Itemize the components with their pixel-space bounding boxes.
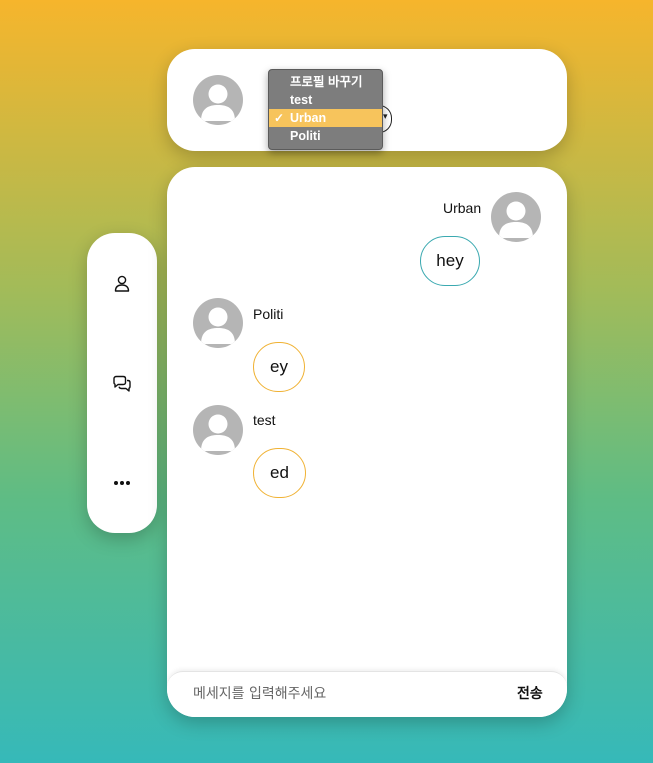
chat-bubbles-icon[interactable] xyxy=(109,370,135,396)
message-bubble: ey xyxy=(253,342,305,392)
send-button[interactable]: 전송 xyxy=(517,683,543,703)
user-avatar-icon xyxy=(193,405,243,455)
message-bubble: hey xyxy=(420,236,480,286)
dropdown-option-change-profile[interactable]: 프로필 바꾸기 xyxy=(269,73,382,91)
checkmark-icon: ✓ xyxy=(274,111,285,125)
user-avatar-icon xyxy=(193,75,243,125)
chevron-down-icon: ▾ xyxy=(383,112,388,122)
profile-dropdown-menu[interactable]: 프로필 바꾸기 test ✓ Urban Politi xyxy=(268,69,383,150)
more-dots-icon[interactable] xyxy=(109,470,135,496)
chat-panel: Urban hey Politi ey test ed 전송 xyxy=(167,167,567,717)
sender-name: Politi xyxy=(253,306,284,322)
message-input[interactable] xyxy=(193,681,493,707)
user-avatar-icon xyxy=(491,192,541,242)
user-icon[interactable] xyxy=(109,270,135,296)
dropdown-option-test[interactable]: test xyxy=(269,91,382,109)
sender-name: Urban xyxy=(443,200,482,216)
sender-name: test xyxy=(253,412,276,428)
user-avatar-icon xyxy=(193,298,243,348)
dropdown-option-urban[interactable]: ✓ Urban xyxy=(269,109,382,127)
dropdown-option-politi[interactable]: Politi xyxy=(269,127,382,145)
message-bubble: ed xyxy=(253,448,306,498)
side-nav xyxy=(87,233,157,533)
message-composer: 전송 xyxy=(167,671,567,717)
